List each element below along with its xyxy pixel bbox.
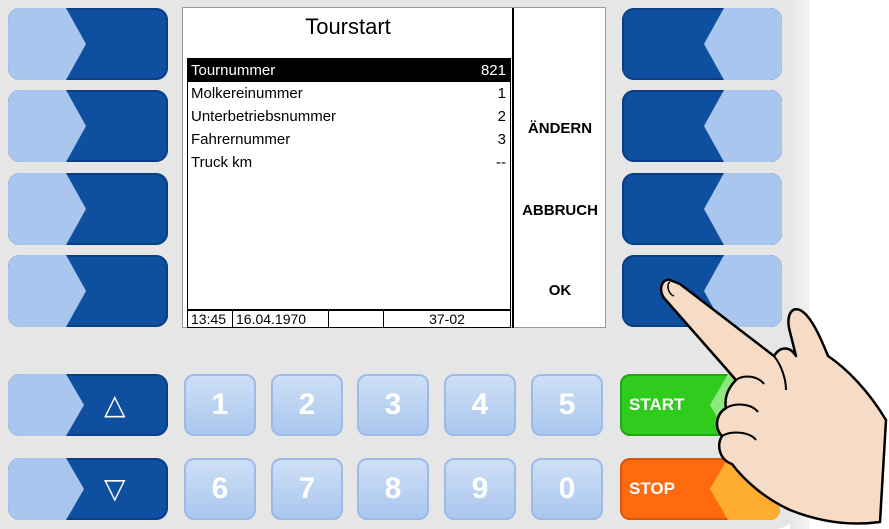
divider	[512, 8, 514, 328]
list-item-label: Truck km	[191, 154, 253, 171]
list-item-tournummer[interactable]: Tournummer 821	[188, 59, 510, 82]
digit-key-7[interactable]: 7	[271, 458, 343, 520]
chevron-right-icon	[8, 458, 84, 520]
digit-key-3[interactable]: 3	[357, 374, 429, 436]
parameter-list: Tournummer 821 Molkereinummer 1 Unterbet…	[187, 58, 511, 310]
list-item-fahrernummer[interactable]: Fahrernummer 3	[188, 128, 510, 151]
list-item-unterbetriebsnummer[interactable]: Unterbetriebsnummer 2	[188, 105, 510, 128]
digit-key-0[interactable]: 0	[531, 458, 603, 520]
chevron-left-icon	[704, 8, 782, 80]
display-screen: Tourstart Tournummer 821 Molkereinummer …	[182, 7, 606, 328]
list-item-value: 2	[497, 108, 506, 125]
status-date: 16.04.1970	[233, 311, 329, 327]
list-item-label: Unterbetriebsnummer	[191, 108, 337, 125]
digit-key-2[interactable]: 2	[271, 374, 343, 436]
pointing-hand-icon	[659, 278, 888, 525]
arrow-up-button[interactable]: △	[8, 374, 168, 436]
list-item-label: Molkereinummer	[191, 85, 303, 102]
chevron-right-icon	[8, 255, 86, 327]
up-arrow-icon: △	[104, 389, 126, 420]
left-softkey-3[interactable]	[8, 173, 168, 245]
digit-key-6[interactable]: 6	[184, 458, 256, 520]
page-title: Tourstart	[305, 14, 391, 39]
arrow-down-button[interactable]: ▽	[8, 458, 168, 520]
softkey-label-ok: OK	[548, 282, 572, 299]
status-bar: 13:45 16.04.1970 37-02	[187, 310, 511, 328]
right-softkey-1[interactable]	[622, 8, 782, 80]
status-time: 13:45	[188, 311, 233, 327]
right-softkey-change[interactable]	[622, 90, 782, 162]
digit-key-8[interactable]: 8	[357, 458, 429, 520]
down-arrow-icon: ▽	[104, 473, 126, 504]
right-softkey-cancel[interactable]	[622, 173, 782, 245]
chevron-right-icon	[8, 173, 86, 245]
softkey-label-change: ÄNDERN	[527, 120, 593, 137]
digit-key-5[interactable]: 5	[531, 374, 603, 436]
list-item-truck-km[interactable]: Truck km --	[188, 151, 510, 174]
status-empty	[329, 311, 384, 327]
list-item-label: Fahrernummer	[191, 131, 291, 148]
list-item-molkereinummer[interactable]: Molkereinummer 1	[188, 82, 510, 105]
list-item-label: Tournummer	[191, 62, 276, 79]
digit-key-1[interactable]: 1	[184, 374, 256, 436]
list-item-value: 1	[497, 85, 506, 102]
digit-key-4[interactable]: 4	[444, 374, 516, 436]
left-softkey-4[interactable]	[8, 255, 168, 327]
digit-key-9[interactable]: 9	[444, 458, 516, 520]
list-item-value: --	[496, 154, 506, 171]
softkey-label-cancel: ABBRUCH	[522, 202, 598, 219]
chevron-right-icon	[8, 90, 86, 162]
chevron-right-icon	[8, 374, 84, 436]
status-code: 37-02	[429, 311, 465, 327]
left-softkey-2[interactable]	[8, 90, 168, 162]
list-item-value: 821	[480, 62, 506, 79]
list-item-value: 3	[497, 131, 506, 148]
left-softkey-1[interactable]	[8, 8, 168, 80]
chevron-left-icon	[704, 90, 782, 162]
chevron-left-icon	[704, 173, 782, 245]
chevron-right-icon	[8, 8, 86, 80]
